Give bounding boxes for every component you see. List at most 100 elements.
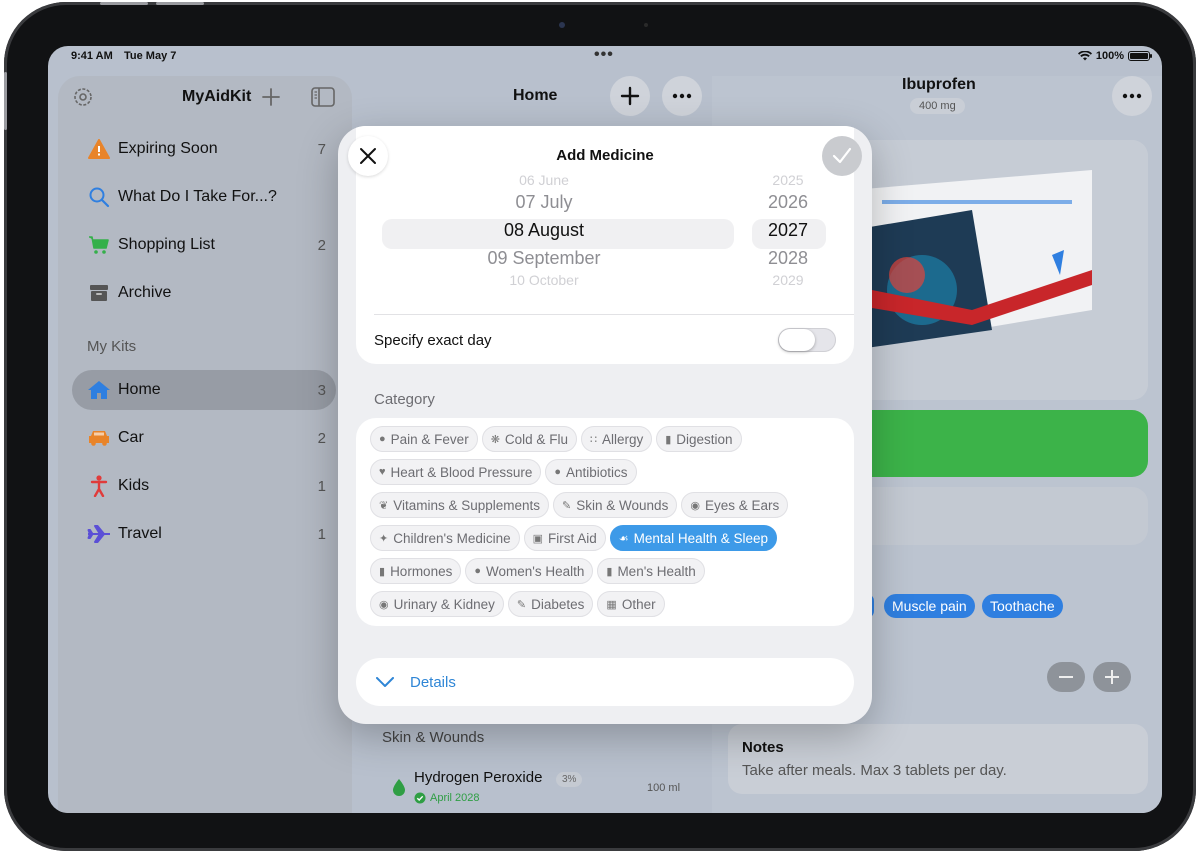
flame-icon: ● [379, 433, 386, 445]
exact-day-label: Specify exact day [374, 332, 492, 349]
chevron-down-icon [376, 677, 394, 687]
category-chip-first-aid[interactable]: ▣ First Aid [523, 525, 606, 551]
detail-title: Ibuprofen [902, 76, 976, 93]
sensor [644, 23, 648, 27]
category-chip-cold-flu[interactable]: ❋ Cold & Flu [481, 426, 577, 452]
picker-year-option[interactable]: 2029 [748, 272, 828, 288]
picker-year-selected[interactable]: 2027 [748, 220, 828, 241]
exact-day-toggle[interactable] [778, 328, 836, 352]
increase-button[interactable] [1093, 662, 1131, 692]
category-chip-skin-wounds[interactable]: ✎ Skin & Wounds [553, 492, 678, 518]
status-date: Tue May 7 [124, 50, 177, 62]
picker-month-option[interactable]: 09 September [364, 248, 724, 269]
page-title: Home [513, 87, 558, 104]
multitasking-dots[interactable]: ••• [594, 46, 614, 64]
sidebar-item-what-do-i-take-for[interactable]: What Do I Take For...? [72, 177, 336, 217]
eye-icon: ◉ [690, 499, 700, 512]
picker-year-option[interactable]: 2025 [748, 174, 828, 188]
sidebar-toggle-icon[interactable] [310, 84, 336, 110]
add-medicine-button[interactable] [610, 76, 650, 116]
archive-icon [86, 282, 112, 304]
plus-icon [1105, 670, 1119, 684]
more-button[interactable] [662, 76, 702, 116]
category-chip-vitamins-supplements[interactable]: ❦ Vitamins & Supplements [370, 492, 550, 518]
chip-label: Eyes & Ears [704, 497, 780, 513]
chip-label: Children's Medicine [393, 530, 511, 546]
category-chip-hormones[interactable]: ▮ Hormones [370, 558, 462, 584]
pollen-icon: ∷ [589, 433, 597, 446]
item-concentration: 3% [556, 772, 583, 787]
screen: 9:41 AM Tue May 7 ••• 100% MyAidKit Expi… [48, 46, 1162, 813]
chip-label: Pain & Fever [390, 431, 469, 447]
category-chip-eyes-ears[interactable]: ◉ Eyes & Ears [681, 492, 789, 518]
category-chip-mens-health[interactable]: ▮ Men's Health [597, 558, 705, 584]
sidebar-item-expiring-soon[interactable]: Expiring Soon 7 [72, 129, 336, 169]
sidebar-item-travel[interactable]: Travel 1 [72, 514, 336, 554]
sidebar-item-count: 1 [317, 477, 326, 495]
category-chip-womens-health[interactable]: ● Women's Health [465, 558, 594, 584]
picker-month-selected[interactable]: 08 August [364, 220, 724, 241]
chip-label: Cold & Flu [504, 431, 568, 447]
check-circle-icon [414, 792, 426, 804]
picker-year-option[interactable]: 2028 [748, 248, 828, 269]
search-icon [86, 186, 112, 208]
chip-label: First Aid [548, 530, 597, 546]
battery-icon [1128, 51, 1152, 61]
category-chip-mental-health-sleep[interactable]: ☙ Mental Health & Sleep [609, 525, 777, 551]
warning-icon [86, 138, 112, 160]
chip-label: Vitamins & Supplements [393, 497, 541, 513]
chip-label: Urinary & Kidney [393, 596, 495, 612]
sidebar-item-kids[interactable]: Kids 1 [72, 466, 336, 506]
divider [374, 314, 854, 315]
chip-label: Hormones [390, 563, 453, 579]
category-chip-digestion[interactable]: ▮ Digestion [656, 426, 742, 452]
decrease-button[interactable] [1047, 662, 1085, 692]
sidebar-item-label: Shopping List [118, 236, 215, 253]
category-picker: ● Pain & Fever ❋ Cold & Flu ∷ Allergy ▮ Dige… [356, 418, 854, 626]
top-button [100, 2, 148, 5]
drop-icon [393, 779, 405, 796]
category-chip-allergy[interactable]: ∷ Allergy [580, 426, 653, 452]
category-chip-heart-blood-pressure[interactable]: ♥ Heart & Blood Pressure [370, 459, 542, 485]
confirm-button[interactable] [822, 136, 862, 176]
sidebar-item-count: 2 [317, 236, 326, 254]
picker-month-option[interactable]: 10 October [364, 272, 724, 288]
sidebar-item-shopping-list[interactable]: Shopping List 2 [72, 225, 336, 265]
sidebar-item-home[interactable]: Home 3 [72, 370, 336, 410]
picker-month-option[interactable]: 06 June [364, 174, 724, 188]
chip-label: Men's Health [617, 563, 696, 579]
add-icon[interactable] [258, 84, 284, 110]
date-wheel-picker[interactable]: 06 June 07 July 08 August 09 September 1… [356, 174, 854, 294]
chip-label: Other [621, 596, 656, 612]
detail-more-button[interactable] [1112, 76, 1152, 116]
list-item[interactable]: Hydrogen Peroxide 3% April 2028 100 ml [392, 766, 692, 813]
category-chip-diabetes[interactable]: ✎ Diabetes [507, 591, 594, 617]
wifi-icon [1077, 51, 1092, 61]
sidebar: MyAidKit Expiring Soon 7 What Do I Take … [58, 76, 352, 813]
ellipsis-icon [1122, 93, 1142, 99]
details-disclosure[interactable]: Details [356, 658, 854, 706]
chip-label: Skin & Wounds [576, 497, 669, 513]
category-chip-other[interactable]: ▦ Other [597, 591, 665, 617]
category-chip-childrens-medicine[interactable]: ✦ Children's Medicine [370, 525, 520, 551]
tag-muscle-pain[interactable]: Muscle pain [884, 594, 975, 618]
category-chip-urinary-kidney[interactable]: ◉ Urinary & Kidney [370, 591, 504, 617]
chip-label: Heart & Blood Pressure [390, 464, 533, 480]
house-icon [86, 379, 112, 401]
section-header-skin-wounds: Skin & Wounds [382, 729, 485, 746]
category-chip-antibiotics[interactable]: ● Antibiotics [545, 459, 637, 485]
tag-toothache[interactable]: Toothache [982, 594, 1063, 618]
sidebar-item-archive[interactable]: Archive [72, 273, 336, 313]
sidebar-item-car[interactable]: Car 2 [72, 418, 336, 458]
item-expiry: April 2028 [430, 792, 480, 804]
woman-icon: ● [474, 565, 481, 577]
item-size: 100 ml [647, 782, 681, 794]
kidney-icon: ◉ [379, 598, 389, 611]
picker-month-option[interactable]: 07 July [364, 192, 724, 213]
gear-icon[interactable] [70, 84, 96, 110]
heart-icon: ♥ [379, 466, 386, 478]
minus-icon [1059, 676, 1073, 678]
category-chip-pain-fever[interactable]: ● Pain & Fever [370, 426, 478, 452]
notes-card[interactable]: Notes Take after meals. Max 3 tablets pe… [728, 724, 1148, 794]
picker-year-option[interactable]: 2026 [748, 192, 828, 213]
